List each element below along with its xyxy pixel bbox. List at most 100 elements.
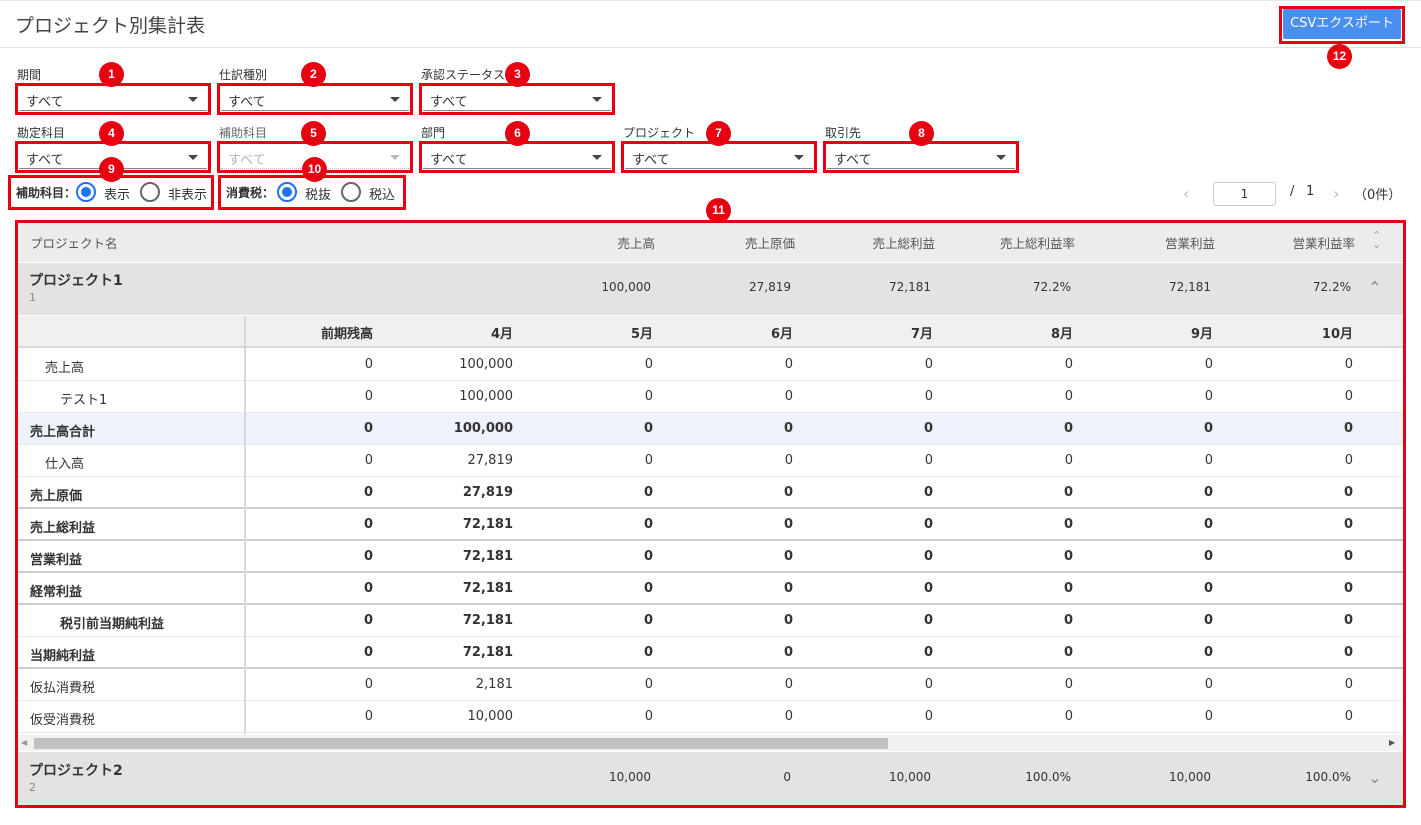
col-cost: 売上原価 (744, 236, 795, 251)
project-operating-profit: 72,181 (1169, 280, 1211, 294)
row-label: 仮払消費税 (30, 681, 96, 696)
row-value: 0 (1064, 453, 1073, 468)
col-project-name: プロジェクト名 (30, 236, 118, 251)
expand-icon[interactable]: ⌄ (1368, 768, 1381, 787)
badge-7: 7 (706, 121, 731, 146)
client-label: 取引先 (825, 126, 862, 140)
row-value: 0 (1064, 357, 1073, 372)
page-input[interactable]: 1 (1213, 182, 1276, 206)
row-value: 100,000 (453, 421, 513, 436)
row-value: 2,181 (475, 677, 513, 692)
badge-12: 12 (1327, 44, 1352, 69)
detail-col-header: 8月 (1050, 327, 1073, 342)
row-value: 0 (924, 389, 933, 404)
project-code: 1 (29, 291, 36, 304)
row-value: 0 (784, 389, 793, 404)
collapse-icon[interactable]: ⌃ (1368, 278, 1381, 297)
row-value: 0 (364, 709, 373, 724)
row-value: 0 (923, 517, 933, 532)
row-value: 0 (643, 517, 653, 532)
row-value: 0 (923, 581, 933, 596)
row-value: 0 (783, 613, 793, 628)
row-value: 0 (784, 357, 793, 372)
row-value: 0 (1063, 613, 1073, 628)
row-value: 0 (923, 421, 933, 436)
row-value: 72,181 (462, 581, 513, 596)
row-value: 0 (1343, 645, 1353, 660)
row-value: 27,819 (462, 485, 513, 500)
project-operating-margin: 72.2% (1312, 280, 1351, 294)
row-value: 0 (644, 389, 653, 404)
detail-col-header: 前期残高 (320, 327, 373, 342)
row-value: 0 (1204, 677, 1213, 692)
badge-3: 3 (505, 62, 530, 87)
page-title: プロジェクト別集計表 (15, 15, 206, 37)
row-value: 0 (1343, 517, 1353, 532)
row-value: 0 (363, 613, 373, 628)
journal-type-label: 仕訳種別 (219, 68, 268, 82)
detail-col-header: 7月 (910, 327, 933, 342)
row-value: 72,181 (462, 645, 513, 660)
project-name: プロジェクト1 (29, 273, 123, 289)
detail-col-header: 10月 (1321, 327, 1353, 342)
row-value: 27,819 (467, 453, 514, 468)
row-value: 0 (643, 485, 653, 500)
row-label: 売上原価 (30, 489, 83, 504)
scroll-right-icon[interactable]: ▶ (1389, 738, 1395, 747)
row-label: 売上高合計 (30, 425, 96, 440)
row-value: 0 (783, 645, 793, 660)
prev-page-icon[interactable]: ‹ (1183, 184, 1189, 203)
row-label: テスト1 (60, 393, 108, 408)
project-name: プロジェクト2 (29, 763, 123, 779)
project-operating-margin: 100.0% (1305, 770, 1351, 784)
project-gross-margin: 72.2% (1032, 280, 1071, 294)
row-value: 0 (1064, 389, 1073, 404)
row-value: 0 (1203, 517, 1213, 532)
col-operating-margin: 営業利益率 (1292, 236, 1355, 251)
row-value: 0 (363, 517, 373, 532)
row-value: 0 (643, 581, 653, 596)
row-value: 0 (363, 549, 373, 564)
row-value: 0 (643, 421, 653, 436)
row-value: 0 (363, 485, 373, 500)
row-value: 0 (363, 421, 373, 436)
row-label: 税引前当期純利益 (60, 617, 165, 632)
row-value: 0 (783, 549, 793, 564)
col-gross-profit: 売上総利益 (872, 236, 935, 251)
row-value: 0 (644, 709, 653, 724)
project-gross-margin: 100.0% (1025, 770, 1071, 784)
row-value: 0 (1343, 613, 1353, 628)
row-value: 0 (1064, 677, 1073, 692)
scrollbar-thumb[interactable] (34, 738, 888, 749)
row-value: 0 (783, 517, 793, 532)
row-value: 0 (1343, 581, 1353, 596)
badge-6: 6 (505, 121, 530, 146)
row-value: 0 (643, 645, 653, 660)
row-value: 0 (1063, 421, 1073, 436)
row-value: 0 (1203, 549, 1213, 564)
row-value: 0 (784, 677, 793, 692)
row-value: 10,000 (467, 709, 514, 724)
highlight-export (1279, 6, 1405, 44)
scroll-left-icon[interactable]: ◀ (21, 738, 27, 747)
project-code: 2 (29, 781, 36, 794)
detail-col-header: 9月 (1190, 327, 1213, 342)
sort-icon[interactable]: ⌃ ⌄ (1372, 230, 1381, 250)
badge-1: 1 (99, 62, 124, 87)
frozen-column-divider (244, 316, 246, 734)
badge-9: 9 (99, 157, 124, 182)
row-value: 0 (364, 677, 373, 692)
row-label: 売上総利益 (30, 521, 96, 536)
row-value: 0 (924, 709, 933, 724)
row-value: 72,181 (462, 613, 513, 628)
row-value: 0 (1344, 357, 1353, 372)
row-value: 0 (364, 453, 373, 468)
row-value: 0 (784, 453, 793, 468)
badge-11: 11 (706, 198, 731, 223)
row-label: 経常利益 (30, 585, 83, 600)
row-value: 0 (1063, 485, 1073, 500)
row-value: 72,181 (462, 549, 513, 564)
row-value: 0 (1203, 613, 1213, 628)
next-page-icon[interactable]: › (1333, 184, 1339, 203)
row-label: 営業利益 (30, 553, 83, 568)
